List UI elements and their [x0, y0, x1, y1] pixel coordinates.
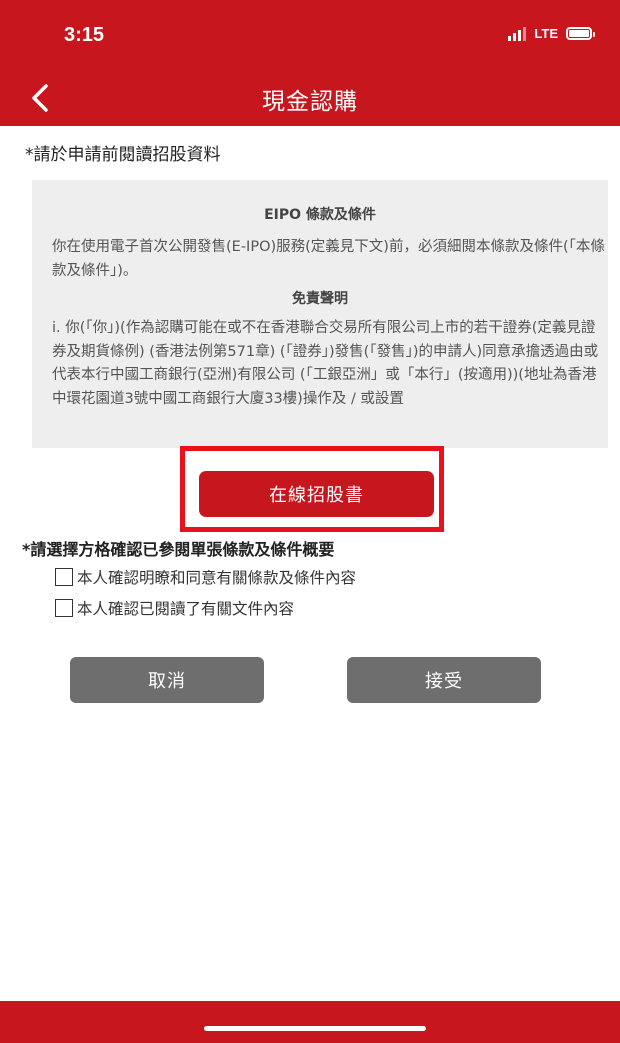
disclaimer-heading: 免責聲明: [292, 291, 348, 307]
accept-button[interactable]: 接受: [347, 657, 541, 703]
bottom-bar: [0, 1001, 620, 1043]
terms-scroll-box[interactable]: EIPO 條款及條件 你在使用電子首次公開發售(E-IPO)服務(定義見下文)前…: [32, 180, 608, 448]
checkbox-square[interactable]: [55, 599, 73, 617]
status-indicators: LTE: [508, 26, 595, 41]
checkbox-label: 本人確認明瞭和同意有關條款及條件內容: [77, 569, 357, 587]
network-type: LTE: [534, 26, 558, 41]
checkbox-prompt: *請選擇方格確認已參閱單張條款及條件概要: [22, 540, 335, 559]
checkbox-square[interactable]: [55, 568, 73, 586]
read-prompt: *請於申請前閱讀招股資料: [25, 145, 221, 165]
nav-bar: 現金認購: [0, 70, 620, 126]
confirm-read-checkbox[interactable]: 本人確認已閱讀了有關文件內容: [55, 597, 294, 619]
online-prospectus-button[interactable]: 在線招股書: [199, 471, 434, 517]
disclaimer-text: i. 你(「你」)(作為認購可能在或不在香港聯合交易所有限公司上市的若干證券(定…: [52, 320, 599, 407]
page-title: 現金認購: [262, 89, 358, 115]
confirm-terms-checkbox[interactable]: 本人確認明瞭和同意有關條款及條件內容: [55, 566, 356, 588]
cancel-button[interactable]: 取消: [70, 657, 264, 703]
home-indicator[interactable]: [204, 1026, 426, 1031]
scroll-fade: [32, 412, 608, 448]
status-bar: 3:15 LTE: [0, 0, 620, 70]
signal-icon: [508, 26, 527, 41]
checkbox-label: 本人確認已閱讀了有關文件內容: [77, 600, 295, 618]
battery-icon: [566, 27, 595, 40]
terms-title: EIPO 條款及條件: [264, 207, 376, 223]
status-time: 3:15: [64, 24, 105, 46]
terms-intro: 你在使用電子首次公開發售(E-IPO)服務(定義見下文)前，必須細閱本條款及條件…: [52, 239, 605, 279]
